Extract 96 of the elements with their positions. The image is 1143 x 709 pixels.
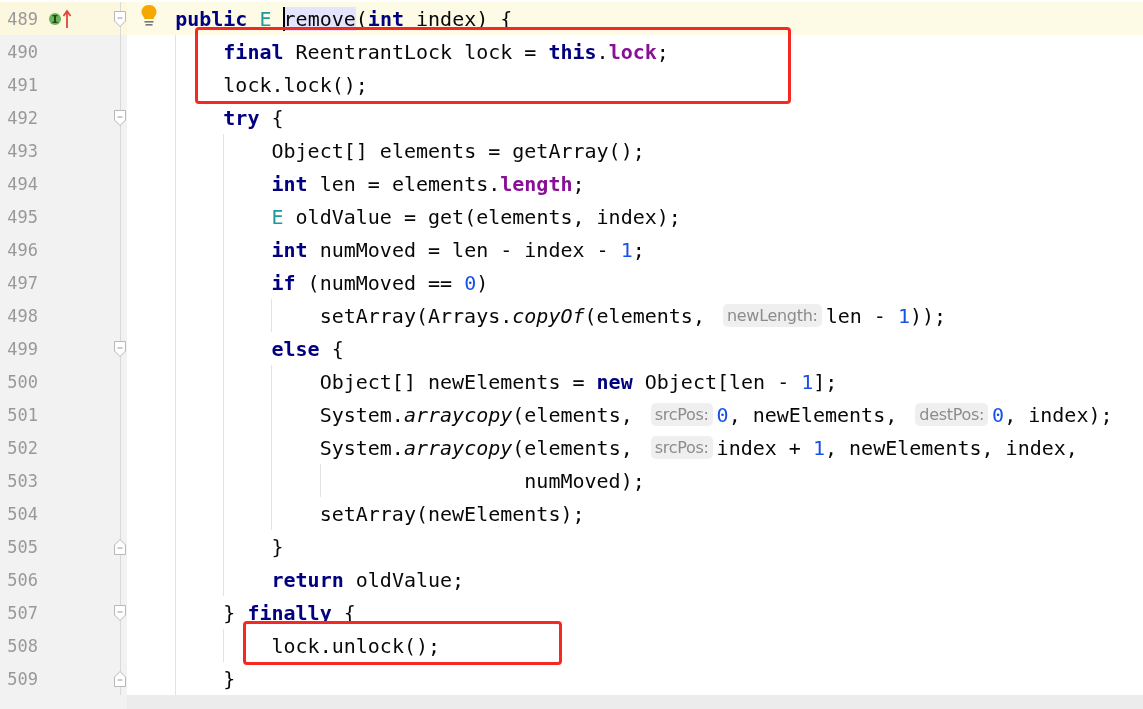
code-type: E bbox=[259, 6, 273, 31]
code-text: , newElements, bbox=[728, 402, 899, 427]
line-number: 489 bbox=[6, 8, 38, 29]
parameter-hint: newLength: bbox=[723, 304, 822, 327]
code-text: Object[] newElements = bbox=[319, 369, 586, 394]
code-number: 0 bbox=[716, 402, 729, 427]
code-keyword: this bbox=[548, 39, 597, 64]
code-keyword: if bbox=[271, 270, 296, 295]
line-number: 499 bbox=[6, 338, 38, 359]
line-number: 502 bbox=[6, 437, 38, 458]
fold-marker-icon[interactable] bbox=[113, 669, 127, 688]
code-text: ReentrantLock lock = bbox=[294, 39, 538, 64]
code-text: } bbox=[223, 600, 237, 625]
code-text: ]; bbox=[813, 369, 838, 394]
line-number: 490 bbox=[6, 41, 38, 62]
line-number: 507 bbox=[6, 602, 38, 623]
code-number: 1 bbox=[897, 303, 910, 328]
line-number: 501 bbox=[6, 404, 38, 425]
code-method: arraycopy bbox=[403, 435, 513, 460]
fold-marker-icon[interactable] bbox=[113, 537, 127, 556]
code-text: ; bbox=[656, 39, 669, 64]
code-text: , newElements, index, bbox=[825, 435, 1078, 460]
code-text: oldValue; bbox=[354, 567, 465, 592]
code-keyword: int bbox=[271, 237, 308, 262]
line-number: 503 bbox=[6, 470, 38, 491]
fold-marker-icon[interactable] bbox=[113, 108, 127, 127]
code-text: len = elements. bbox=[318, 171, 501, 196]
code-keyword: else bbox=[271, 336, 320, 361]
fold-marker-icon[interactable] bbox=[113, 9, 127, 28]
code-text: (elements, bbox=[584, 303, 706, 328]
code-text: (elements, bbox=[512, 435, 634, 460]
code-keyword: return bbox=[271, 567, 344, 592]
code-text: setArray(Arrays. bbox=[319, 303, 513, 328]
code-text: len - bbox=[825, 303, 887, 328]
line-number: 498 bbox=[6, 305, 38, 326]
code-text: { bbox=[330, 336, 344, 361]
line-number: 496 bbox=[6, 239, 38, 260]
line-number: 504 bbox=[6, 503, 38, 524]
code-text: } bbox=[223, 666, 236, 691]
code-text: index + bbox=[716, 435, 802, 460]
code-text: ; bbox=[632, 237, 645, 262]
code-text: . bbox=[596, 39, 609, 64]
code-number: 1 bbox=[801, 369, 814, 394]
fold-marker-icon[interactable] bbox=[113, 339, 127, 358]
code-text: )); bbox=[909, 303, 947, 328]
line-number: 492 bbox=[6, 107, 38, 128]
line-number: 494 bbox=[6, 173, 38, 194]
code-type: E bbox=[271, 204, 284, 229]
line-number: 509 bbox=[6, 668, 38, 689]
line-number: 500 bbox=[6, 371, 38, 392]
code-text: System. bbox=[319, 435, 404, 460]
code-text: numMoved = len - index - bbox=[318, 237, 610, 262]
code-text: ; bbox=[572, 171, 585, 196]
code-text: numMoved); bbox=[523, 468, 645, 493]
code-text: } bbox=[271, 534, 284, 559]
code-keyword: try bbox=[223, 105, 260, 130]
parameter-hint: destPos: bbox=[915, 403, 989, 426]
code-method: arraycopy bbox=[403, 402, 513, 427]
fold-marker-icon[interactable] bbox=[113, 603, 127, 622]
code-keyword: int bbox=[367, 6, 404, 31]
code-keyword: final bbox=[223, 39, 284, 64]
code-keyword: new bbox=[596, 369, 633, 394]
code-keyword: public bbox=[175, 6, 249, 31]
line-number: 495 bbox=[6, 206, 38, 227]
code-number: 0 bbox=[992, 402, 1005, 427]
line-number: 508 bbox=[6, 635, 38, 656]
code-text: System. bbox=[319, 402, 404, 427]
parameter-hint: srcPos: bbox=[650, 403, 713, 426]
code-text: lock.lock(); bbox=[223, 72, 368, 97]
code-text: ) bbox=[476, 270, 489, 295]
code-number: 1 bbox=[812, 435, 825, 460]
code-method: copyOf bbox=[512, 303, 585, 328]
code-number: 1 bbox=[620, 237, 633, 262]
code-number: 0 bbox=[464, 270, 477, 295]
lightbulb-icon[interactable] bbox=[140, 4, 158, 28]
code-text: (numMoved == bbox=[306, 270, 454, 295]
line-number: 493 bbox=[6, 140, 38, 161]
code-text: , index); bbox=[1004, 402, 1113, 427]
parameter-hint: srcPos: bbox=[650, 436, 713, 459]
code-keyword: finally bbox=[247, 600, 332, 625]
line-number: 505 bbox=[6, 536, 38, 557]
code-text: oldValue = get(elements, index); bbox=[294, 204, 681, 229]
code-keyword: int bbox=[271, 171, 308, 196]
code-text: Object[] elements = getArray(); bbox=[271, 138, 645, 163]
code-text: lock.unlock(); bbox=[271, 633, 441, 658]
code-text: remove bbox=[283, 6, 356, 31]
line-number: 491 bbox=[6, 74, 38, 95]
code-text: { bbox=[270, 105, 284, 130]
line-number: 497 bbox=[6, 272, 38, 293]
code-text: setArray(newElements); bbox=[319, 501, 585, 526]
code-field: lock bbox=[608, 39, 657, 64]
implements-icon[interactable] bbox=[48, 8, 74, 29]
line-number: 506 bbox=[6, 569, 38, 590]
code-text: Object[len - bbox=[643, 369, 791, 394]
code-field: length bbox=[500, 171, 573, 196]
code-text: (elements, bbox=[512, 402, 634, 427]
